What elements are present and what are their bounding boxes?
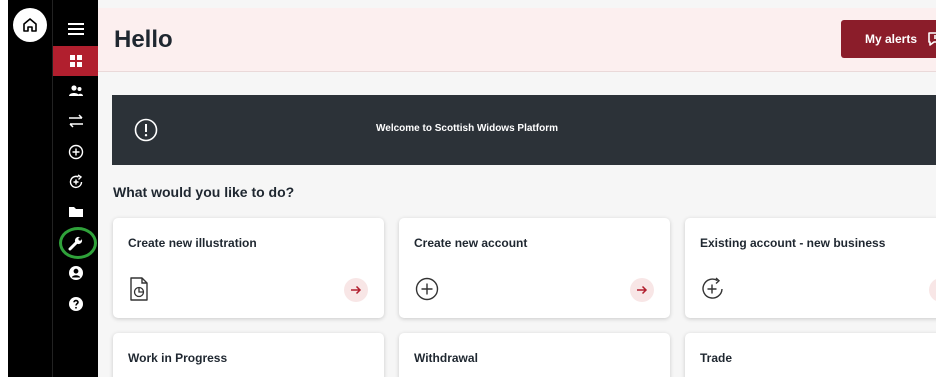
add-icon [68,144,84,160]
nav-add[interactable] [53,137,99,167]
users-icon [69,85,83,96]
document-chart-icon [130,277,148,301]
card-arrow-button[interactable] [929,278,936,302]
highlight-circle [59,227,97,259]
arrow-right-icon [351,285,362,295]
arrow-right-icon [637,285,648,295]
nav-top-up[interactable] [53,167,99,197]
card-arrow-button[interactable] [344,278,368,302]
dashboard-icon [70,55,82,67]
speech-bubble-icon [928,32,936,46]
circular-plus-arrow-icon [702,277,723,299]
nav-help[interactable] [53,289,99,319]
menu-button[interactable] [53,14,99,44]
card-existing-account-new-business[interactable]: Existing account - new business [685,218,936,318]
transfer-icon [69,114,83,128]
home-rail [8,0,52,377]
nav-dashboard[interactable] [53,46,99,76]
card-arrow-button[interactable] [630,278,654,302]
welcome-banner: Welcome to Scottish Widows Platform [112,95,936,165]
card-title: Work in Progress [128,351,228,365]
section-title: What would you like to do? [113,184,295,200]
side-nav [52,0,99,377]
menu-icon [68,23,84,35]
main-content: Hello My alerts Welcome to Scottish Wido… [98,0,936,377]
home-button[interactable] [13,8,47,42]
folder-icon [69,207,83,217]
user-icon [69,266,83,280]
page-title: Hello [114,26,173,53]
nav-profile[interactable] [53,258,99,288]
card-title: Trade [700,351,733,365]
card-create-new-account[interactable]: Create new account [399,218,670,318]
help-icon [69,297,83,311]
card-create-new-illustration[interactable]: Create new illustration [113,218,384,318]
my-alerts-label: My alerts [865,32,918,46]
card-title: Create new illustration [128,236,257,250]
nav-documents[interactable] [53,197,99,227]
card-work-in-progress[interactable]: Work in Progress [113,333,384,377]
page-header: Hello My alerts [98,8,936,72]
card-title: Create new account [414,236,528,250]
banner-message: Welcome to Scottish Widows Platform [376,123,558,134]
card-trade[interactable]: Trade [685,333,936,377]
card-title: Existing account - new business [700,236,886,250]
nav-transfers[interactable] [53,106,99,136]
nav-clients[interactable] [53,76,99,106]
home-icon [23,18,37,32]
card-title: Withdrawal [414,351,478,365]
plus-circle-icon [415,277,439,301]
my-alerts-button[interactable]: My alerts [841,20,936,58]
card-withdrawal[interactable]: Withdrawal [399,333,670,377]
top-up-icon [69,174,83,189]
